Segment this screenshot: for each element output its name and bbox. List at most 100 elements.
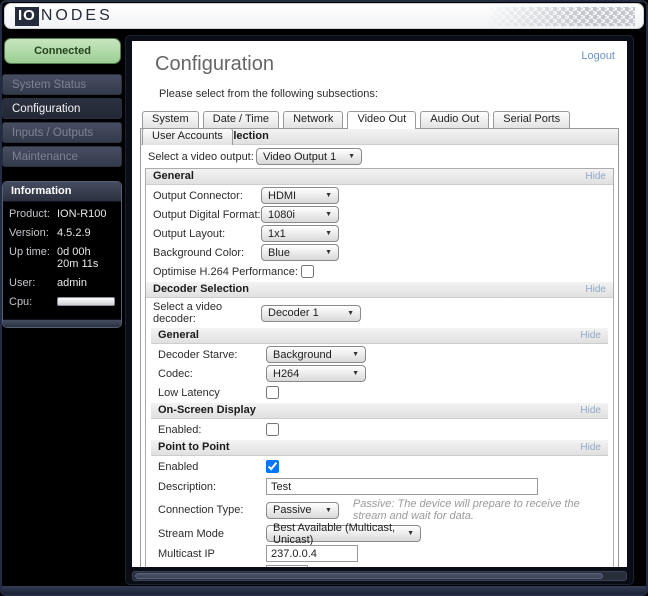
logout-link[interactable]: Logout bbox=[581, 50, 615, 62]
tab-network[interactable]: Network bbox=[283, 111, 344, 128]
description-input[interactable] bbox=[266, 478, 538, 495]
video-decoder-select[interactable]: Decoder 1 ▼ bbox=[261, 304, 361, 322]
info-label: Product: bbox=[9, 208, 50, 220]
field-label: Low Latency bbox=[158, 386, 220, 399]
section-title: General bbox=[158, 329, 199, 341]
selected-value: 1x1 bbox=[268, 227, 286, 240]
stream-mode-row: Stream Mode Best Available (Multicast, U… bbox=[158, 522, 608, 546]
sidebar-item-inputs-outputs[interactable]: Inputs / Outputs bbox=[2, 122, 122, 143]
multicast-ip-row: Multicast IP bbox=[158, 545, 608, 562]
section-header-decoder-selection: Decoder Selection Hide bbox=[146, 282, 613, 298]
info-label: Cpu: bbox=[9, 296, 33, 308]
chevron-down-icon: ▼ bbox=[325, 211, 332, 218]
info-row-uptime: Up time: 0d 00h 20m 11s bbox=[9, 246, 115, 270]
logo-nodes-text: NODES bbox=[40, 7, 113, 24]
info-row-user: User: admin bbox=[9, 277, 115, 289]
info-value: admin bbox=[57, 277, 87, 289]
connection-type-select[interactable]: Passive ▼ bbox=[266, 501, 339, 519]
logo-io-mark: IO bbox=[15, 6, 39, 26]
output-layout-row: Output Layout: 1x1 ▼ bbox=[153, 225, 613, 242]
tab-date-time[interactable]: Date / Time bbox=[202, 111, 279, 128]
field-label: Codec: bbox=[158, 367, 193, 380]
codec-select[interactable]: H264 ▼ bbox=[266, 365, 366, 382]
background-color-select[interactable]: Blue ▼ bbox=[261, 244, 339, 261]
ptp-enabled-checkbox[interactable] bbox=[266, 460, 279, 473]
optimise-h264-checkbox[interactable] bbox=[301, 265, 314, 278]
selected-value: Decoder 1 bbox=[268, 307, 319, 319]
section-title: On-Screen Display bbox=[158, 404, 256, 416]
sidebar-item-configuration[interactable]: Configuration bbox=[2, 98, 122, 119]
chevron-down-icon: ▼ bbox=[325, 192, 332, 199]
field-label: Connection Type: bbox=[158, 504, 244, 516]
tab-system[interactable]: System bbox=[142, 111, 199, 128]
hide-link-general[interactable]: Hide bbox=[585, 171, 606, 182]
stream-mode-select[interactable]: Best Available (Multicast, Unicast) ▼ bbox=[266, 522, 421, 546]
selected-value: H264 bbox=[273, 367, 300, 380]
osd-enabled-checkbox[interactable] bbox=[266, 423, 279, 436]
low-latency-checkbox[interactable] bbox=[266, 386, 279, 399]
decoder-settings-group: General Hide Decoder Starve: Background … bbox=[151, 328, 608, 567]
section-header-general: General Hide bbox=[146, 169, 613, 185]
osd-enabled-row: Enabled: bbox=[158, 421, 608, 438]
video-decoder-select-row: Select a video decoder: Decoder 1 ▼ bbox=[153, 301, 613, 325]
description-row: Description: bbox=[158, 478, 608, 495]
field-label: Decoder Starve: bbox=[158, 348, 238, 361]
connection-type-note: Passive: The device will prepare to rece… bbox=[352, 498, 580, 522]
page-subtitle: Please select from the following subsect… bbox=[159, 88, 378, 100]
configuration-page: Logout Configuration Please select from … bbox=[132, 41, 627, 567]
video-output-select-row: Select a video output: Video Output 1 ▼ bbox=[148, 148, 618, 165]
scrollbar-thumb[interactable] bbox=[135, 573, 603, 579]
multicast-ip-input[interactable] bbox=[266, 545, 358, 562]
information-panel-scrollbar[interactable] bbox=[3, 319, 121, 327]
field-label: Output Layout: bbox=[153, 227, 226, 240]
info-value: 4.5.2.9 bbox=[57, 227, 91, 239]
ptp-enabled-row: Enabled bbox=[158, 458, 608, 475]
tab-bar: System Date / Time Network Video Out Aud… bbox=[142, 111, 619, 145]
pixel-pattern-decoration bbox=[485, 7, 635, 26]
chevron-down-icon: ▼ bbox=[407, 530, 414, 537]
field-label: Stream Mode bbox=[158, 527, 225, 540]
chevron-down-icon: ▼ bbox=[325, 249, 332, 256]
hide-link-point-to-point[interactable]: Hide bbox=[580, 442, 601, 453]
section-header-point-to-point: Point to Point Hide bbox=[151, 440, 608, 456]
chevron-down-icon: ▼ bbox=[352, 351, 359, 358]
connection-type-row: Connection Type: Passive ▼ Passive: The … bbox=[158, 498, 608, 522]
selected-value: Video Output 1 bbox=[263, 150, 337, 163]
field-label: Description: bbox=[158, 480, 217, 493]
output-layout-select[interactable]: 1x1 ▼ bbox=[261, 225, 339, 242]
field-label: Select a video output: bbox=[148, 150, 254, 163]
chevron-down-icon: ▼ bbox=[348, 153, 355, 160]
section-title: General bbox=[153, 170, 194, 182]
section-header-decoder-general: General Hide bbox=[151, 328, 608, 344]
selected-value: Background bbox=[273, 348, 332, 361]
tab-user-accounts[interactable]: User Accounts bbox=[142, 128, 233, 145]
field-label: Output Connector: bbox=[153, 189, 243, 202]
tab-audio-out[interactable]: Audio Out bbox=[420, 111, 490, 128]
source-port-row: Source Port: (1 - 65535) bbox=[158, 565, 608, 567]
sidebar-item-maintenance[interactable]: Maintenance bbox=[2, 146, 122, 167]
top-header-bar: IO NODES bbox=[4, 3, 644, 29]
decoder-starve-select[interactable]: Background ▼ bbox=[266, 346, 366, 363]
hide-link-on-screen-display[interactable]: Hide bbox=[580, 405, 601, 416]
field-label: Enabled: bbox=[158, 423, 202, 436]
background-color-row: Background Color: Blue ▼ bbox=[153, 244, 613, 261]
selected-value: HDMI bbox=[268, 189, 297, 202]
cpu-usage-meter bbox=[57, 297, 115, 306]
field-label: Optimise H.264 Performance: bbox=[153, 265, 298, 278]
hide-link-decoder-general[interactable]: Hide bbox=[580, 330, 601, 341]
output-digital-format-row: Output Digital Format: 1080i ▼ bbox=[153, 206, 613, 223]
source-port-input[interactable] bbox=[266, 565, 308, 567]
information-panel-title: Information bbox=[3, 182, 121, 202]
tab-serial-ports[interactable]: Serial Ports bbox=[493, 111, 571, 128]
page-title: Configuration bbox=[155, 53, 274, 75]
tab-video-out[interactable]: Video Out bbox=[347, 111, 417, 129]
horizontal-scrollbar[interactable] bbox=[132, 571, 627, 581]
video-output-select[interactable]: Video Output 1 ▼ bbox=[256, 148, 362, 165]
field-label: Output Digital Format: bbox=[153, 208, 261, 221]
field-label: Select a video decoder: bbox=[153, 301, 223, 325]
hide-link-decoder-selection[interactable]: Hide bbox=[585, 284, 606, 295]
sidebar-item-system-status[interactable]: System Status bbox=[2, 74, 122, 95]
output-digital-format-select[interactable]: 1080i ▼ bbox=[261, 206, 339, 223]
sidebar-nav: System Status Configuration Inputs / Out… bbox=[0, 74, 124, 167]
output-connector-select[interactable]: HDMI ▼ bbox=[261, 187, 339, 204]
